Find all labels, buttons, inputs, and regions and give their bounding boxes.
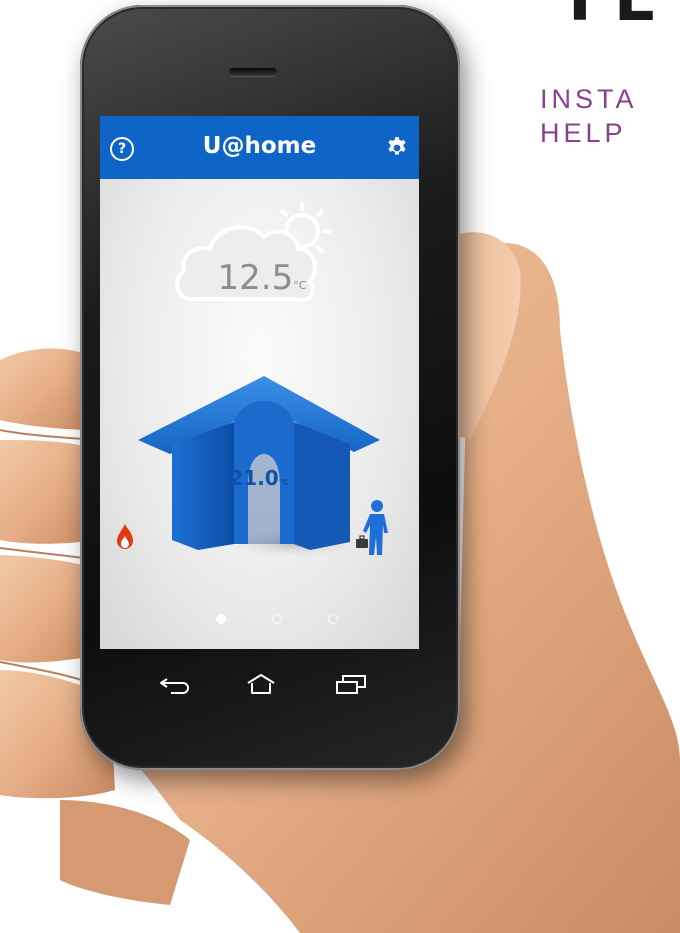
app-bar: ? U@home [100, 116, 419, 179]
outdoor-temperature-unit: °C [293, 279, 307, 292]
gear-icon[interactable] [385, 136, 409, 160]
person-with-briefcase-icon [356, 500, 388, 555]
outdoor-temperature-value: 12.5 [217, 258, 294, 298]
recent-apps-icon[interactable] [335, 673, 369, 695]
indoor-temperature: 21.0°C [224, 466, 294, 490]
indoor-temperature-value: 21.0 [229, 466, 279, 490]
app-screen: ? U@home 12.5°C 21.0°C [100, 116, 419, 649]
page-dot-3[interactable] [328, 614, 338, 624]
page-indicator [100, 614, 419, 626]
app-title: U@home [202, 133, 317, 159]
home-outline-icon[interactable] [244, 673, 278, 695]
flame-icon [117, 524, 133, 549]
page-dot-1[interactable] [216, 614, 226, 624]
phone-device: ? U@home 12.5°C 21.0°C [80, 5, 460, 770]
outdoor-temperature: 12.5°C [214, 258, 310, 298]
indoor-temperature-unit: °C [278, 478, 289, 487]
phone-speaker [229, 68, 277, 76]
page-dot-2[interactable] [272, 614, 282, 624]
back-arrow-icon[interactable] [157, 673, 191, 695]
